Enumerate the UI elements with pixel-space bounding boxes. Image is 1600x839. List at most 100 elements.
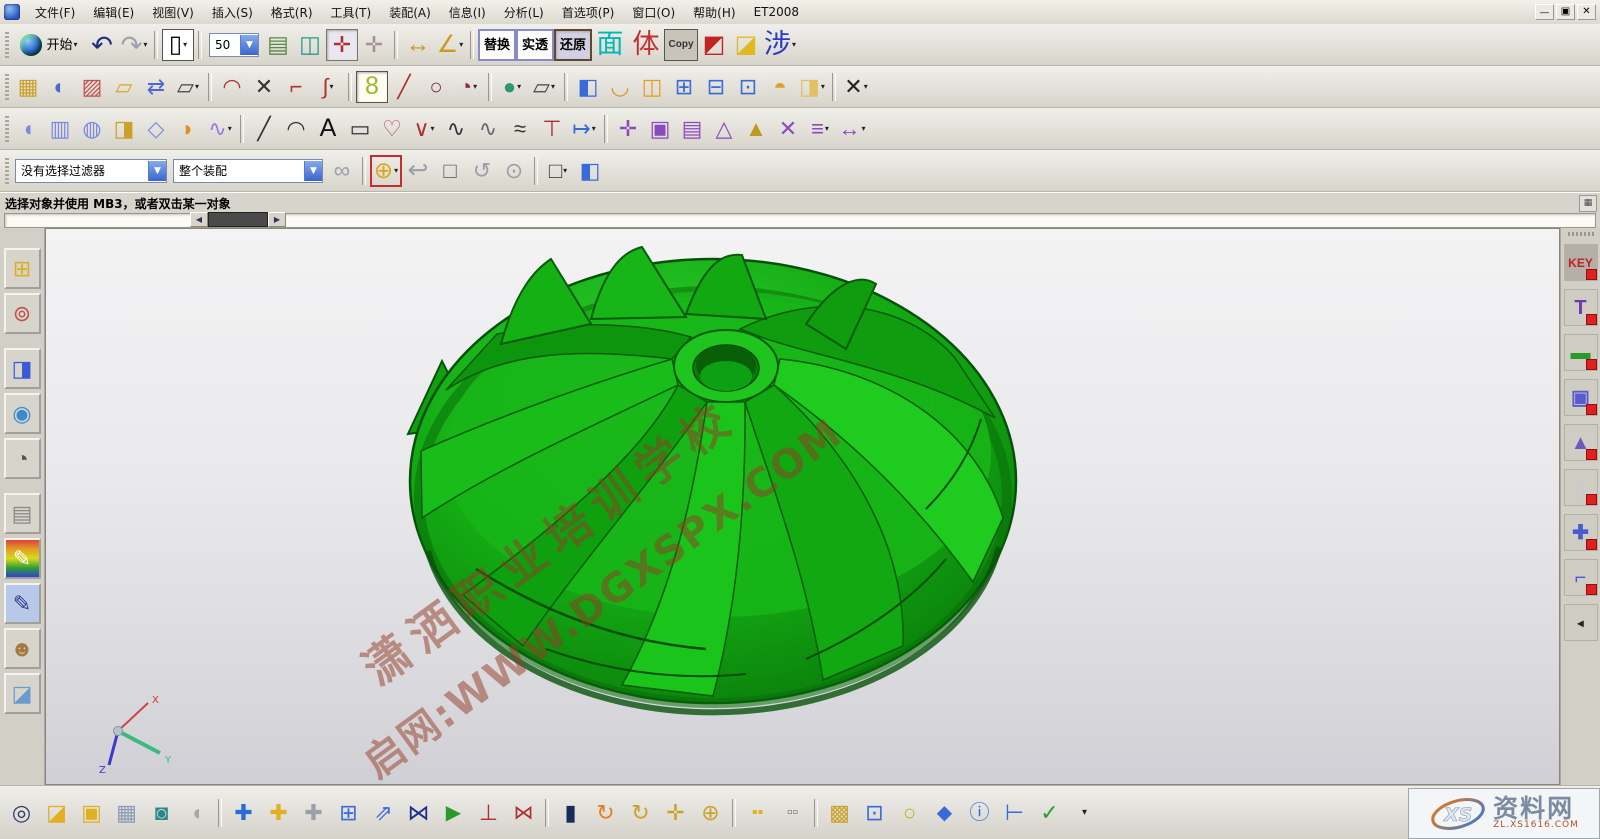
pan-disabled-icon[interactable]: ◖	[179, 795, 214, 831]
web-browser-icon[interactable]: ◉	[4, 393, 41, 434]
dropdown-arrow-icon[interactable]: ▾	[551, 82, 555, 91]
remember-constraints-icon[interactable]: ▮	[553, 795, 588, 831]
scroll-left-icon[interactable]: ◀	[190, 212, 208, 227]
replace-component-icon[interactable]: ↻	[588, 795, 623, 831]
clearance-check-icon[interactable]: ◆	[927, 795, 962, 831]
constraint-navigator-icon[interactable]: ⊚	[4, 293, 41, 334]
layer-visible-in-view-icon[interactable]: ◫	[294, 29, 326, 61]
pattern-component-icon[interactable]: ⇗	[366, 795, 401, 831]
arc-icon[interactable]: ◔▾	[452, 71, 484, 103]
assembly-navigator-icon[interactable]: ⊞	[4, 248, 41, 289]
graphics-viewport[interactable]: 潇洒职业培训学校 启网:WWW.DGXSPX.COM X Y Z	[45, 228, 1560, 785]
curve-corner-icon[interactable]: ⌐	[280, 71, 312, 103]
emboss-icon[interactable]: ◓	[764, 71, 796, 103]
unsectioned-view-icon[interactable]: □	[434, 155, 466, 187]
dropdown-arrow-icon[interactable]: ▾	[74, 40, 78, 49]
undo-icon[interactable]: ↶	[86, 29, 118, 61]
trim-body-icon[interactable]: ◫	[636, 71, 668, 103]
bottombar-options-icon[interactable]: ▾	[1067, 795, 1102, 831]
snap-fit-icon[interactable]: ⋈	[506, 795, 541, 831]
menu-tools[interactable]: 工具(T)	[322, 1, 381, 23]
bend-sheet-icon[interactable]: ◗	[172, 113, 204, 145]
snapshot-component-icon[interactable]: ◙	[144, 795, 179, 831]
through-mesh-icon[interactable]: ▥	[44, 113, 76, 145]
yellow-block-icon[interactable]: ◪	[730, 29, 762, 61]
dropdown-arrow-icon[interactable]: ▾	[228, 124, 232, 133]
combo-arrow-icon[interactable]: ▼	[148, 161, 166, 181]
exploded-views-icon[interactable]: ▩	[822, 795, 857, 831]
dropdown-arrow-icon[interactable]: ▾	[592, 124, 596, 133]
window-close-button[interactable]: ✕	[1577, 4, 1596, 20]
palette-scroll-icon[interactable]: ◂	[1564, 604, 1598, 641]
orbit-point-icon[interactable]: ⊙	[498, 155, 530, 187]
part-navigator-icon[interactable]: ◨	[4, 348, 41, 389]
perpendicular-icon[interactable]: ⊥	[471, 795, 506, 831]
combo-arrow-icon[interactable]: ▼	[304, 161, 322, 181]
assembly-constraints-icon[interactable]: ⊕	[693, 795, 728, 831]
reset-orientation-icon[interactable]: ↩	[402, 155, 434, 187]
section-view-icon[interactable]: ◐	[44, 71, 76, 103]
rectangle-icon[interactable]: ▭	[344, 113, 376, 145]
palette-part-green-block[interactable]: ▬	[1564, 334, 1598, 371]
palette-part-bushing[interactable]: ▯	[1564, 469, 1598, 506]
display-mode-button[interactable]: ▯▾	[162, 29, 194, 61]
menu-window[interactable]: 窗口(O)	[623, 1, 684, 23]
menu-edit[interactable]: 编辑(E)	[84, 1, 143, 23]
scene-blueprint-icon[interactable]: ✎	[4, 583, 41, 624]
menu-assembly[interactable]: 装配(A)	[380, 1, 440, 23]
redo-icon[interactable]: ↷▾	[118, 29, 150, 61]
dropdown-arrow-icon[interactable]: ▾	[825, 124, 829, 133]
translucency-button[interactable]: 实透	[516, 29, 554, 61]
scale-object-icon[interactable]: ▲	[740, 113, 772, 145]
palette-dialog-icon[interactable]: ▤	[4, 493, 41, 534]
start-button[interactable]: 开始 ▾	[12, 29, 86, 61]
offset-face-icon[interactable]: ◨▾	[796, 71, 828, 103]
two-sheet-icon[interactable]: ◨	[108, 113, 140, 145]
menu-insert[interactable]: 插入(S)	[203, 1, 262, 23]
open-component-icon[interactable]: ◪	[39, 795, 74, 831]
window-minimize-button[interactable]: —	[1535, 4, 1554, 20]
interference-button[interactable]: 涉▾	[762, 29, 798, 61]
palette-part-tbolt[interactable]: T	[1564, 289, 1598, 326]
dropdown-arrow-icon[interactable]: ▾	[563, 166, 567, 175]
menu-format[interactable]: 格式(R)	[262, 1, 322, 23]
sketch-icon[interactable]: ▦	[12, 71, 44, 103]
arc-point-icon[interactable]: ◠	[280, 113, 312, 145]
snap-point-button[interactable]: ⊕▾	[370, 155, 402, 187]
delete-object-icon[interactable]: ✕	[772, 113, 804, 145]
dropdown-arrow-icon[interactable]: ▾	[821, 82, 825, 91]
move-object-icon[interactable]: ✛	[612, 113, 644, 145]
wcs-dynamics-icon[interactable]: ✛	[326, 29, 358, 61]
hole-icon[interactable]: ⊡	[732, 71, 764, 103]
dropdown-arrow-icon[interactable]: ▾	[861, 124, 865, 133]
measure-distance-icon[interactable]: ↔	[402, 29, 434, 61]
project-curve-icon[interactable]: ↦▾	[568, 113, 600, 145]
copy-face-button[interactable]: Copy	[664, 29, 698, 61]
sheet-edit-icon[interactable]: ◇	[140, 113, 172, 145]
sequence-icon[interactable]: ▶	[436, 795, 471, 831]
dropdown-arrow-icon[interactable]: ▾	[517, 82, 521, 91]
position-component-icon[interactable]: ⊞	[331, 795, 366, 831]
extrude-icon[interactable]: ◧	[572, 71, 604, 103]
measure-angle-icon[interactable]: ∠▾	[434, 29, 466, 61]
bounded-plane-icon[interactable]: ◍	[76, 113, 108, 145]
menu-analysis[interactable]: 分析(L)	[495, 1, 553, 23]
ruled-surface-icon[interactable]: ◖	[12, 113, 44, 145]
rotate-point-icon[interactable]: ↺	[466, 155, 498, 187]
visualization-icon[interactable]: ✎	[4, 538, 41, 579]
palette-part-cross[interactable]: ✚	[1564, 514, 1598, 551]
line-icon[interactable]: ╱	[388, 71, 420, 103]
dropdown-arrow-icon[interactable]: ▾	[431, 124, 435, 133]
combo-arrow-icon[interactable]: ▼	[240, 35, 258, 55]
rectangle-select-icon[interactable]: □▾	[542, 155, 574, 187]
hide-component-icon[interactable]: ▫▫	[775, 795, 810, 831]
dropdown-arrow-icon[interactable]: ▾	[792, 40, 796, 49]
sequence-window-icon[interactable]: ⊡	[857, 795, 892, 831]
curve-extend-icon[interactable]: ∫▾	[312, 71, 344, 103]
curve-trim-icon[interactable]: ✕	[248, 71, 280, 103]
selection-filter-combo[interactable]: 没有选择过滤器▼	[15, 159, 167, 183]
arrangements-icon[interactable]: ✓	[1032, 795, 1067, 831]
body-button[interactable]: 体	[628, 29, 664, 61]
impeller-model[interactable]	[46, 229, 1560, 785]
geometry-link-icon[interactable]: ∞	[326, 155, 358, 187]
